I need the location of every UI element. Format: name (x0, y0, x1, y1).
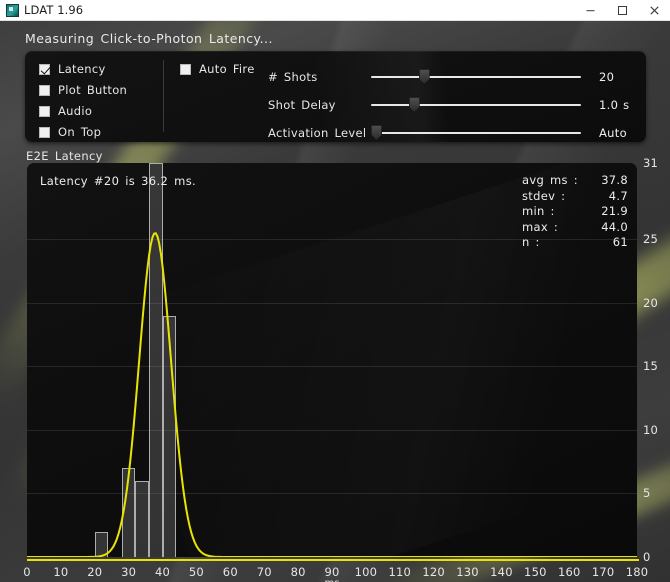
y-axis-tick: 10 (643, 422, 659, 437)
slider-group: # Shots 20 Shot Delay 1.0 s Activation L… (268, 65, 638, 142)
slider-row-shots: # Shots 20 (268, 65, 638, 89)
slider-shots-track[interactable] (371, 76, 581, 78)
window-controls (574, 0, 670, 21)
slider-activation-level-handle[interactable] (371, 125, 382, 140)
stat-key: stdev : (522, 188, 566, 203)
control-panel: Latency Plot Button Audio On Top Auto Fi… (25, 51, 646, 142)
x-axis-tick: 130 (456, 565, 479, 579)
slider-label-shots: # Shots (268, 70, 318, 84)
close-icon[interactable] (638, 0, 670, 21)
x-axis-tick: 20 (87, 565, 103, 579)
graph-title: E2E Latency (26, 149, 103, 163)
checkbox-plot-button-box[interactable] (39, 84, 50, 96)
x-axis-tick: 120 (422, 565, 445, 579)
slider-row-shot-delay: Shot Delay 1.0 s (268, 93, 638, 117)
slider-shots[interactable] (371, 65, 581, 89)
slider-activation-level[interactable] (371, 121, 581, 142)
checkbox-on-top-box[interactable] (39, 126, 50, 138)
slider-label-shot-delay: Shot Delay (268, 98, 336, 112)
x-axis-tick: 30 (121, 565, 137, 579)
x-axis-tick: 60 (222, 565, 238, 579)
checkbox-latency[interactable]: Latency (39, 59, 159, 79)
plot-shell: Latency #20 is 36.2 ms. avg ms : 37.8 stde… (25, 156, 658, 564)
status-message: Measuring Click-to-Photon Latency... (25, 31, 273, 46)
window-title: LDAT 1.96 (24, 3, 84, 17)
stat-value: 4.7 (608, 188, 628, 203)
checkbox-plot-button[interactable]: Plot Button (39, 80, 159, 100)
y-axis: 0 5 10 15 20 25 31 (639, 156, 670, 564)
y-axis-tick: 31 (643, 156, 659, 170)
gaussian-fit-line (27, 233, 637, 557)
slider-shot-delay-value: 1.0 s (599, 98, 630, 112)
slider-activation-level-value: Auto (599, 126, 627, 140)
x-axis-tick: 180 (625, 565, 649, 579)
histogram-plot[interactable]: Latency #20 is 36.2 ms. avg ms : 37.8 stde… (27, 163, 637, 557)
latency-readout: Latency #20 is 36.2 ms. (40, 174, 197, 188)
x-axis-tick: 50 (188, 565, 204, 579)
x-axis-tick: 110 (388, 565, 412, 579)
checkbox-latency-label: Latency (58, 62, 106, 76)
x-axis-tick: 40 (155, 565, 171, 579)
stat-row: stdev : 4.7 (522, 189, 628, 205)
minimize-icon[interactable] (574, 0, 606, 21)
app-body: Measuring Click-to-Photon Latency... Lat… (0, 21, 670, 582)
checkbox-auto-fire-label: Auto Fire (199, 62, 255, 76)
checkbox-latency-box[interactable] (39, 63, 50, 75)
x-axis-tick: 90 (324, 565, 340, 579)
stat-key: n : (522, 235, 540, 249)
slider-row-activation-level: Activation Level Auto (268, 121, 638, 142)
x-axis-tick: 80 (290, 565, 306, 579)
stats-panel: avg ms : 37.8 stdev : 4.7 min : 21.9 max : 44.0… (522, 173, 628, 251)
stat-key: avg ms : (522, 173, 578, 187)
checkbox-auto-fire[interactable]: Auto Fire (180, 59, 255, 79)
ldat-logo-icon (6, 3, 19, 17)
slider-label-activation-level: Activation Level (268, 126, 367, 140)
stat-key: max : (522, 219, 559, 234)
maximize-icon[interactable] (606, 0, 638, 21)
stat-value: 37.8 (601, 173, 628, 187)
y-axis-tick: 20 (643, 295, 659, 310)
checkbox-auto-fire-box[interactable] (180, 63, 191, 75)
stat-key: min : (522, 204, 555, 218)
checkbox-on-top-label: On Top (58, 125, 102, 139)
slider-shot-delay-track[interactable] (371, 104, 581, 106)
slider-shot-delay-handle[interactable] (408, 97, 420, 112)
slider-shot-delay[interactable] (371, 93, 581, 117)
panel-divider (163, 60, 164, 132)
checkbox-audio-label: Audio (58, 104, 93, 118)
x-axis-tick: 140 (490, 565, 513, 579)
title-bar: LDAT 1.96 (0, 0, 670, 21)
checkbox-plot-button-label: Plot Button (58, 83, 128, 97)
slider-activation-level-track[interactable] (371, 132, 581, 134)
x-axis: 0 10 20 30 40 50 60 70 80 90 100 110 120 130 140 150 160… (23, 563, 670, 582)
stat-value: 61 (612, 235, 628, 249)
y-axis-tick: 0 (643, 550, 651, 564)
stat-row: n : 61 (522, 235, 628, 251)
x-axis-unit-label: ms (325, 578, 340, 582)
slider-shots-value: 20 (599, 70, 615, 84)
y-axis-tick: 15 (643, 359, 659, 374)
x-axis-baseline (27, 559, 639, 561)
stat-row: avg ms : 37.8 (522, 173, 628, 189)
x-axis-tick: 70 (256, 565, 272, 579)
x-axis-tick: 160 (557, 565, 581, 579)
slider-shots-handle[interactable] (418, 69, 430, 84)
x-axis-tick: 170 (591, 565, 615, 579)
x-axis-tick: 150 (524, 565, 547, 579)
stat-row: min : 21.9 (522, 204, 628, 220)
app-window: LDAT 1.96 Measuring Click-to-Photon Late… (0, 0, 670, 582)
y-axis-tick: 5 (643, 486, 651, 501)
x-axis-tick: 100 (354, 565, 378, 579)
checkbox-audio-box[interactable] (39, 105, 50, 117)
y-axis-tick: 25 (643, 232, 659, 247)
x-axis-tick: 0 (23, 565, 31, 579)
checkbox-on-top[interactable]: On Top (39, 122, 159, 142)
x-axis-tick: 10 (53, 565, 69, 579)
checkbox-audio[interactable]: Audio (39, 101, 159, 121)
checkbox-group: Latency Plot Button Audio On Top (39, 59, 159, 142)
stat-value: 21.9 (601, 204, 628, 218)
stat-row: max : 44.0 (522, 220, 628, 236)
stat-value: 44.0 (601, 219, 628, 234)
